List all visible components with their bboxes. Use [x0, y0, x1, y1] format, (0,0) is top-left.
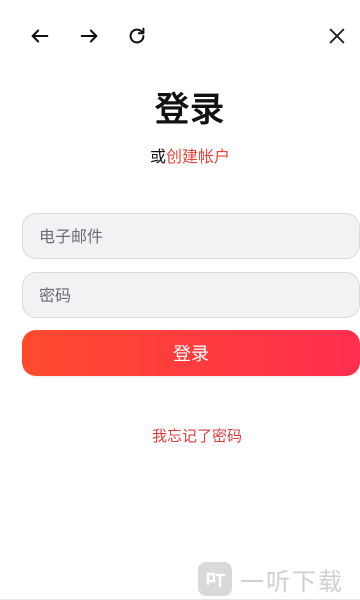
subtitle: 或创建帐户 — [0, 143, 360, 167]
watermark-text: 一听下载 — [240, 567, 344, 596]
browser-toolbar — [0, 0, 360, 72]
email-field-container — [22, 213, 360, 259]
password-field[interactable] — [23, 273, 359, 317]
reload-button[interactable] — [123, 22, 151, 50]
subtitle-prefix: 或 — [149, 147, 166, 166]
close-icon — [329, 28, 345, 44]
forgot-password-link[interactable]: 我忘记了密码 — [0, 425, 360, 446]
email-field[interactable] — [23, 214, 359, 258]
reload-icon — [129, 27, 145, 44]
arrow-right-icon — [80, 29, 98, 43]
page-title: 登录 — [155, 90, 225, 130]
login-button[interactable]: 登录 — [22, 330, 360, 376]
arrow-left-icon — [31, 29, 49, 43]
create-account-link[interactable]: 创建帐户 — [166, 147, 230, 166]
close-button[interactable] — [323, 22, 351, 50]
watermark: 一听下载 — [198, 558, 360, 600]
watermark-logo-icon — [198, 562, 232, 596]
password-field-container — [22, 272, 360, 318]
back-button[interactable] — [26, 22, 54, 50]
forward-button[interactable] — [75, 22, 103, 50]
